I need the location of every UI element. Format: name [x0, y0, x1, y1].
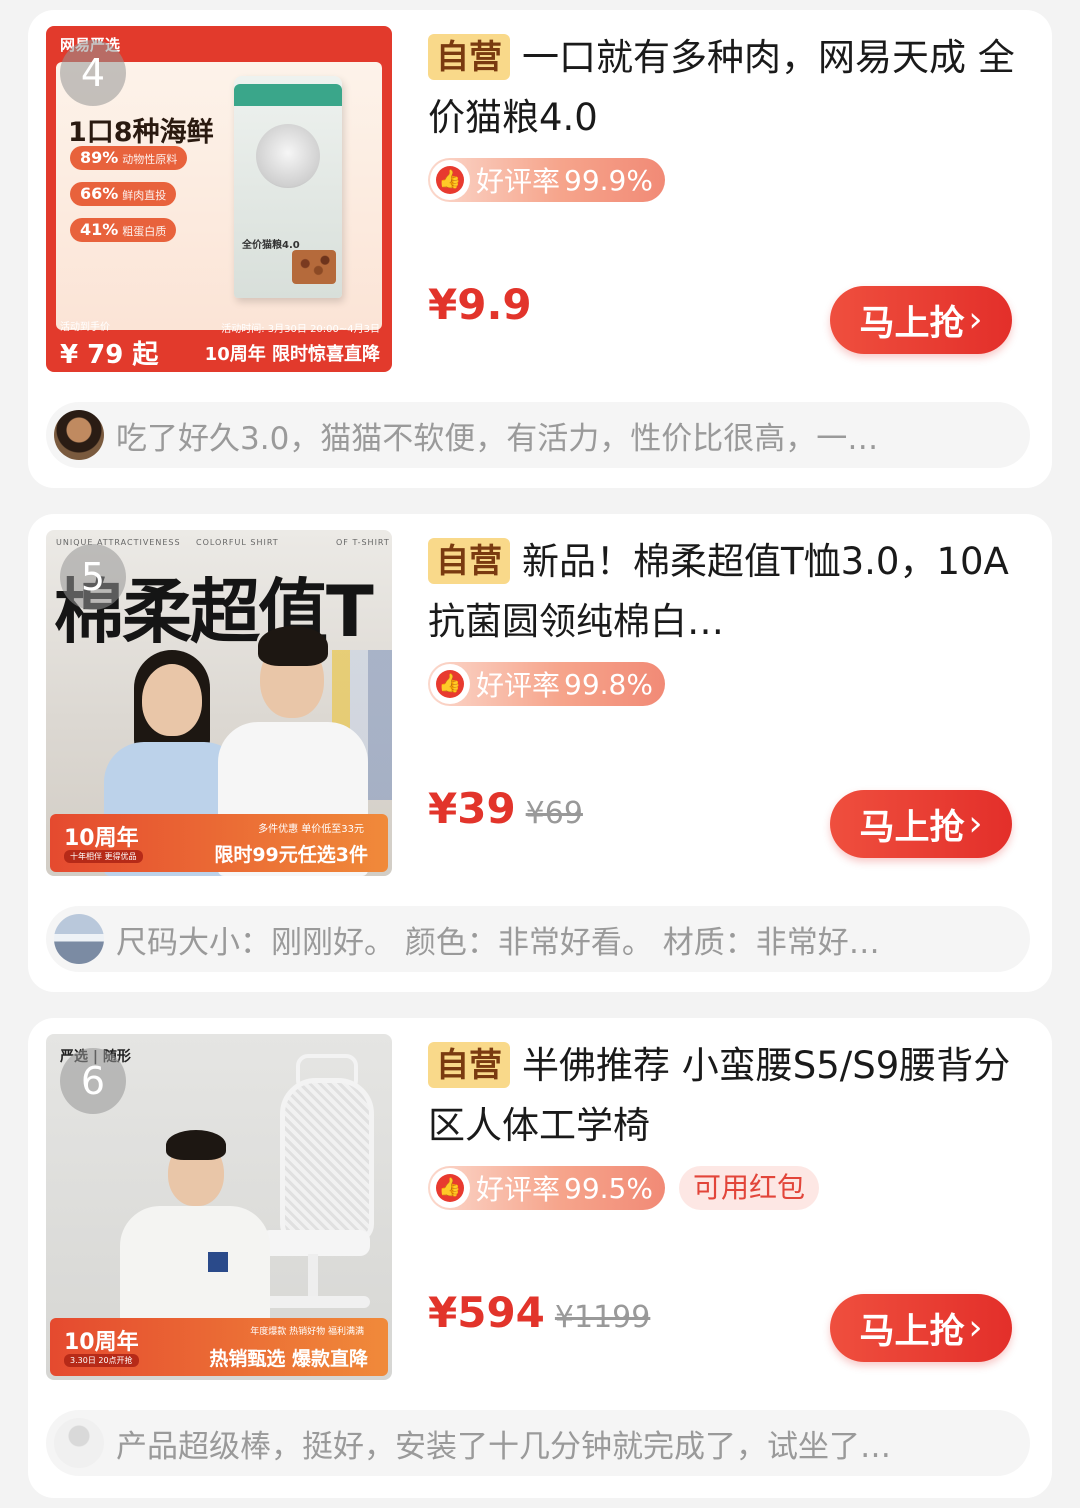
product-title-text: 半佛推荐 小蛮腰S5/S9腰背分区人体工学椅 [428, 1044, 1011, 1147]
review-text: 吃了好久3.0，猫猫不软便，有活力，性价比很高，一… [116, 420, 879, 457]
product-card[interactable]: 4 网易严选 1口8种海鲜 89%动物性原料 66%鲜肉直投 41%粗蛋白质 全… [28, 10, 1052, 488]
buy-now-label: 马上抢 [859, 1311, 965, 1352]
product-title-text: 新品！棉柔超值T恤3.0，10A抗菌圆领纯棉白… [428, 540, 1009, 643]
rating-value: 99.9% [564, 163, 653, 197]
avatar [54, 410, 104, 460]
review-snippet[interactable]: 吃了好久3.0，猫猫不软便，有活力，性价比很高，一… [46, 402, 1030, 468]
original-price: ¥69 [525, 796, 583, 831]
chevron-right-icon: › [968, 804, 983, 844]
current-price: ¥9.9 [428, 280, 532, 329]
coupon-badge: 可用红包 [678, 1166, 819, 1210]
price: ¥9.9 [428, 280, 532, 329]
product-card[interactable]: 6 严选 | 随形 10周年 3.30日 20点开抢 年度爆款 热销好物 福利满… [28, 1018, 1052, 1498]
image-promo-bar: 10周年 3.30日 20点开抢 年度爆款 热销好物 福利满满 热销甄选 爆款直… [50, 1318, 388, 1376]
review-text: 尺码大小：刚刚好。 颜色：非常好看。 材质：非常好… [116, 924, 880, 961]
rating-label: 好评率 [476, 1173, 561, 1206]
promo-time: 活动时间: 3月30日 20:00~4月3日 [221, 324, 380, 335]
promo-text: 限时99元任选3件 [214, 844, 368, 866]
cat-food-bag: 全价猫粮4.0 [234, 76, 342, 298]
anniversary-sub: 十年相伴 更得优品 [64, 850, 143, 863]
image-tiny-text: COLORFUL SHIRT [196, 538, 279, 547]
rating-badge: 👍 好评率 99.5% [428, 1166, 665, 1210]
model-man [90, 1130, 290, 1330]
promo-text: 热销甄选 爆款直降 [209, 1348, 368, 1370]
rating-value: 99.8% [564, 667, 653, 701]
rating-badge: 👍 好评率 99.8% [428, 662, 665, 706]
badge-row: 👍 好评率 99.8% [428, 662, 665, 706]
anniversary-text: 10周年 [64, 1330, 139, 1355]
rank-badge: 5 [60, 544, 126, 610]
image-tiny-text: OF T-SHIRT [336, 538, 390, 547]
badge-row: 👍 好评率 99.9% [428, 158, 665, 202]
price: ¥39 ¥69 [428, 784, 583, 833]
chair-post [308, 1254, 318, 1300]
rating-label: 好评率 [476, 165, 561, 198]
self-operated-tag: 自营 [428, 1042, 510, 1088]
product-image[interactable]: 4 网易严选 1口8种海鲜 89%动物性原料 66%鲜肉直投 41%粗蛋白质 全… [46, 26, 392, 372]
product-title[interactable]: 自营 半佛推荐 小蛮腰S5/S9腰背分区人体工学椅 [428, 1036, 1028, 1156]
thumbs-up-icon: 👍 [430, 1168, 470, 1208]
image-pill: 89% 动物性原料 [70, 146, 188, 170]
buy-now-button[interactable]: 马上抢 › [830, 286, 1012, 354]
product-title[interactable]: 自营 新品！棉柔超值T恤3.0，10A抗菌圆领纯棉白… [428, 532, 1028, 652]
image-pill: 41% 粗蛋白质 [70, 218, 177, 242]
promo-note: 活动到手价 [60, 322, 110, 333]
promo-note: 年度爆款 热销好物 福利满满 [250, 1327, 364, 1337]
product-title-text: 一口就有多种肉，网易天成 全价猫粮4.0 [428, 36, 1015, 139]
promo-note: 多件优惠 单价低至33元 [258, 824, 364, 835]
image-headline: 1口8种海鲜 [68, 117, 214, 148]
price: ¥594 ¥1199 [428, 1288, 650, 1337]
image-promo-bar: 活动到手价 ¥ 79 起 活动时间: 3月30日 20:00~4月3日 10周年… [46, 310, 392, 372]
kibble-picture [292, 250, 336, 284]
review-text: 产品超级棒，挺好，安装了十几分钟就完成了，试坐了… [116, 1428, 891, 1465]
cat-picture [256, 124, 320, 188]
self-operated-tag: 自营 [428, 538, 510, 584]
product-image[interactable]: 6 严选 | 随形 10周年 3.30日 20点开抢 年度爆款 热销好物 福利满… [46, 1034, 392, 1380]
buy-now-button[interactable]: 马上抢 › [830, 1294, 1012, 1362]
current-price: ¥39 [428, 784, 516, 833]
badge-row: 👍 好评率 99.5% 可用红包 [428, 1166, 819, 1210]
product-image[interactable]: 5 UNIQUE ATTRACTIVENESS COLORFUL SHIRT O… [46, 530, 392, 876]
thumbs-up-icon: 👍 [430, 160, 470, 200]
promo-text: 10周年 限时惊喜直降 [204, 344, 380, 365]
rating-badge: 👍 好评率 99.9% [428, 158, 665, 202]
thumbs-up-icon: 👍 [430, 664, 470, 704]
anniversary-text: 10周年 [64, 826, 139, 851]
rating-value: 99.5% [564, 1171, 653, 1205]
image-tiny-text: UNIQUE ATTRACTIVENESS [56, 538, 181, 547]
buy-now-label: 马上抢 [859, 807, 965, 848]
review-snippet[interactable]: 产品超级棒，挺好，安装了十几分钟就完成了，试坐了… [46, 1410, 1030, 1476]
image-promo-bar: 10周年 十年相伴 更得优品 多件优惠 单价低至33元 限时99元任选3件 [50, 814, 388, 872]
rating-label: 好评率 [476, 669, 561, 702]
original-price: ¥1199 [554, 1300, 651, 1335]
rank-badge: 4 [60, 40, 126, 106]
buy-now-label: 马上抢 [859, 303, 965, 344]
anniversary-sub: 3.30日 20点开抢 [64, 1354, 139, 1367]
promo-price: ¥ 79 起 [60, 340, 159, 370]
product-title[interactable]: 自营 一口就有多种肉，网易天成 全价猫粮4.0 [428, 28, 1028, 148]
buy-now-button[interactable]: 马上抢 › [830, 790, 1012, 858]
chair-backrest [280, 1078, 374, 1244]
image-pill: 66% 鲜肉直投 [70, 182, 177, 206]
avatar [54, 914, 104, 964]
current-price: ¥594 [428, 1288, 545, 1337]
review-snippet[interactable]: 尺码大小：刚刚好。 颜色：非常好看。 材质：非常好… [46, 906, 1030, 972]
bag-label: 全价猫粮4.0 [242, 240, 300, 251]
avatar [54, 1418, 104, 1468]
chevron-right-icon: › [968, 300, 983, 340]
self-operated-tag: 自营 [428, 34, 510, 80]
rank-badge: 6 [60, 1048, 126, 1114]
product-card[interactable]: 5 UNIQUE ATTRACTIVENESS COLORFUL SHIRT O… [28, 514, 1052, 992]
chevron-right-icon: › [968, 1308, 983, 1348]
